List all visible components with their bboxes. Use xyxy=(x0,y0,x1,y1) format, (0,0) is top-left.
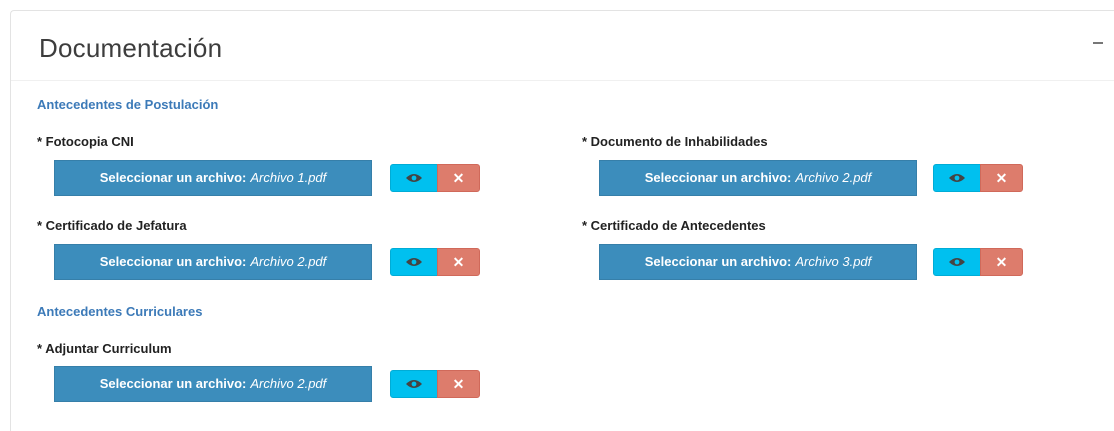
file-select-button-inhabilidades[interactable]: Seleccionar un archivo: Archivo 2.pdf xyxy=(599,160,917,196)
close-icon: ✕ xyxy=(995,170,1008,186)
view-button-antecedentes[interactable] xyxy=(933,248,981,276)
panel-title: Documentación xyxy=(39,33,223,63)
file-select-label: Seleccionar un archivo: xyxy=(644,254,792,269)
file-name: Archivo 2.pdf xyxy=(250,376,327,391)
field-label-cni: * Fotocopia CNI xyxy=(37,134,134,149)
file-select-label: Seleccionar un archivo: xyxy=(99,170,247,185)
file-name: Archivo 2.pdf xyxy=(795,170,872,185)
close-icon: ✕ xyxy=(452,170,465,186)
file-select-button-jefatura[interactable]: Seleccionar un archivo: Archivo 2.pdf xyxy=(54,244,372,280)
collapse-button[interactable] xyxy=(1091,35,1107,51)
section-title-postulacion: Antecedentes de Postulación xyxy=(37,97,219,112)
eye-icon xyxy=(949,258,965,266)
close-icon: ✕ xyxy=(452,254,465,270)
close-icon: ✕ xyxy=(452,376,465,392)
eye-icon xyxy=(949,174,965,182)
eye-icon xyxy=(406,258,422,266)
file-select-button-curriculum[interactable]: Seleccionar un archivo: Archivo 2.pdf xyxy=(54,366,372,402)
file-select-button-cni[interactable]: Seleccionar un archivo: Archivo 1.pdf xyxy=(54,160,372,196)
file-name: Archivo 2.pdf xyxy=(250,254,327,269)
delete-button-inhabilidades[interactable]: ✕ xyxy=(980,164,1023,192)
section-title-curriculares: Antecedentes Curriculares xyxy=(37,304,203,319)
field-label-curriculum: * Adjuntar Curriculum xyxy=(37,341,172,356)
delete-button-curriculum[interactable]: ✕ xyxy=(437,370,480,398)
file-select-label: Seleccionar un archivo: xyxy=(644,170,792,185)
view-button-inhabilidades[interactable] xyxy=(933,164,981,192)
file-select-button-antecedentes[interactable]: Seleccionar un archivo: Archivo 3.pdf xyxy=(599,244,917,280)
eye-icon xyxy=(406,380,422,388)
field-label-inhabilidades: * Documento de Inhabilidades xyxy=(582,134,768,149)
file-name: Archivo 1.pdf xyxy=(250,170,327,185)
close-icon: ✕ xyxy=(995,254,1008,270)
field-label-jefatura: * Certificado de Jefatura xyxy=(37,218,187,233)
eye-icon xyxy=(406,174,422,182)
delete-button-cni[interactable]: ✕ xyxy=(437,164,480,192)
file-name: Archivo 3.pdf xyxy=(795,254,872,269)
delete-button-jefatura[interactable]: ✕ xyxy=(437,248,480,276)
view-button-jefatura[interactable] xyxy=(390,248,438,276)
file-select-label: Seleccionar un archivo: xyxy=(99,254,247,269)
delete-button-antecedentes[interactable]: ✕ xyxy=(980,248,1023,276)
view-button-curriculum[interactable] xyxy=(390,370,438,398)
view-button-cni[interactable] xyxy=(390,164,438,192)
panel-header: Documentación xyxy=(11,11,1114,81)
file-select-label: Seleccionar un archivo: xyxy=(99,376,247,391)
field-label-antecedentes: * Certificado de Antecedentes xyxy=(582,218,766,233)
